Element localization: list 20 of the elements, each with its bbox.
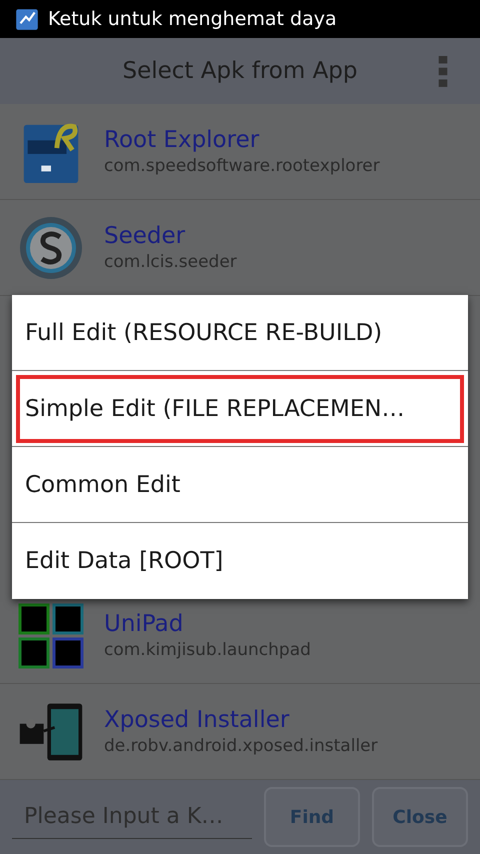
app-name: Seeder [104, 223, 186, 249]
screen-title: Select Apk from App [122, 58, 358, 84]
app-name: UniPad [104, 611, 184, 637]
pad-grid-icon [18, 602, 84, 668]
package-name: com.kimjisub.launchpad [104, 640, 311, 660]
action-button[interactable]: Close [372, 787, 468, 847]
menu-item[interactable]: Common Edit [12, 447, 468, 523]
app-list-item[interactable]: Root Explorer com.speedsoftware.rootexplorer [0, 104, 480, 200]
keyword-input-field[interactable]: Please Input a K… [12, 795, 252, 839]
notification-text: Ketuk untuk menghemat daya [48, 8, 337, 30]
seeder-logo-icon [18, 214, 84, 280]
package-name: com.speedsoftware.rootexplorer [104, 156, 380, 176]
action-button[interactable]: Find [264, 787, 360, 847]
overflow-menu-icon[interactable] [438, 56, 448, 88]
app-name: Xposed Installer [104, 707, 290, 733]
menu-item[interactable]: Simple Edit (FILE REPLACEMEN… [12, 371, 468, 447]
package-name: com.lcis.seeder [104, 252, 237, 272]
package-name: de.robv.android.xposed.installer [104, 736, 378, 756]
menu-item[interactable]: Full Edit (RESOURCE RE-BUILD) [12, 295, 468, 371]
app-name: Root Explorer [104, 127, 260, 153]
